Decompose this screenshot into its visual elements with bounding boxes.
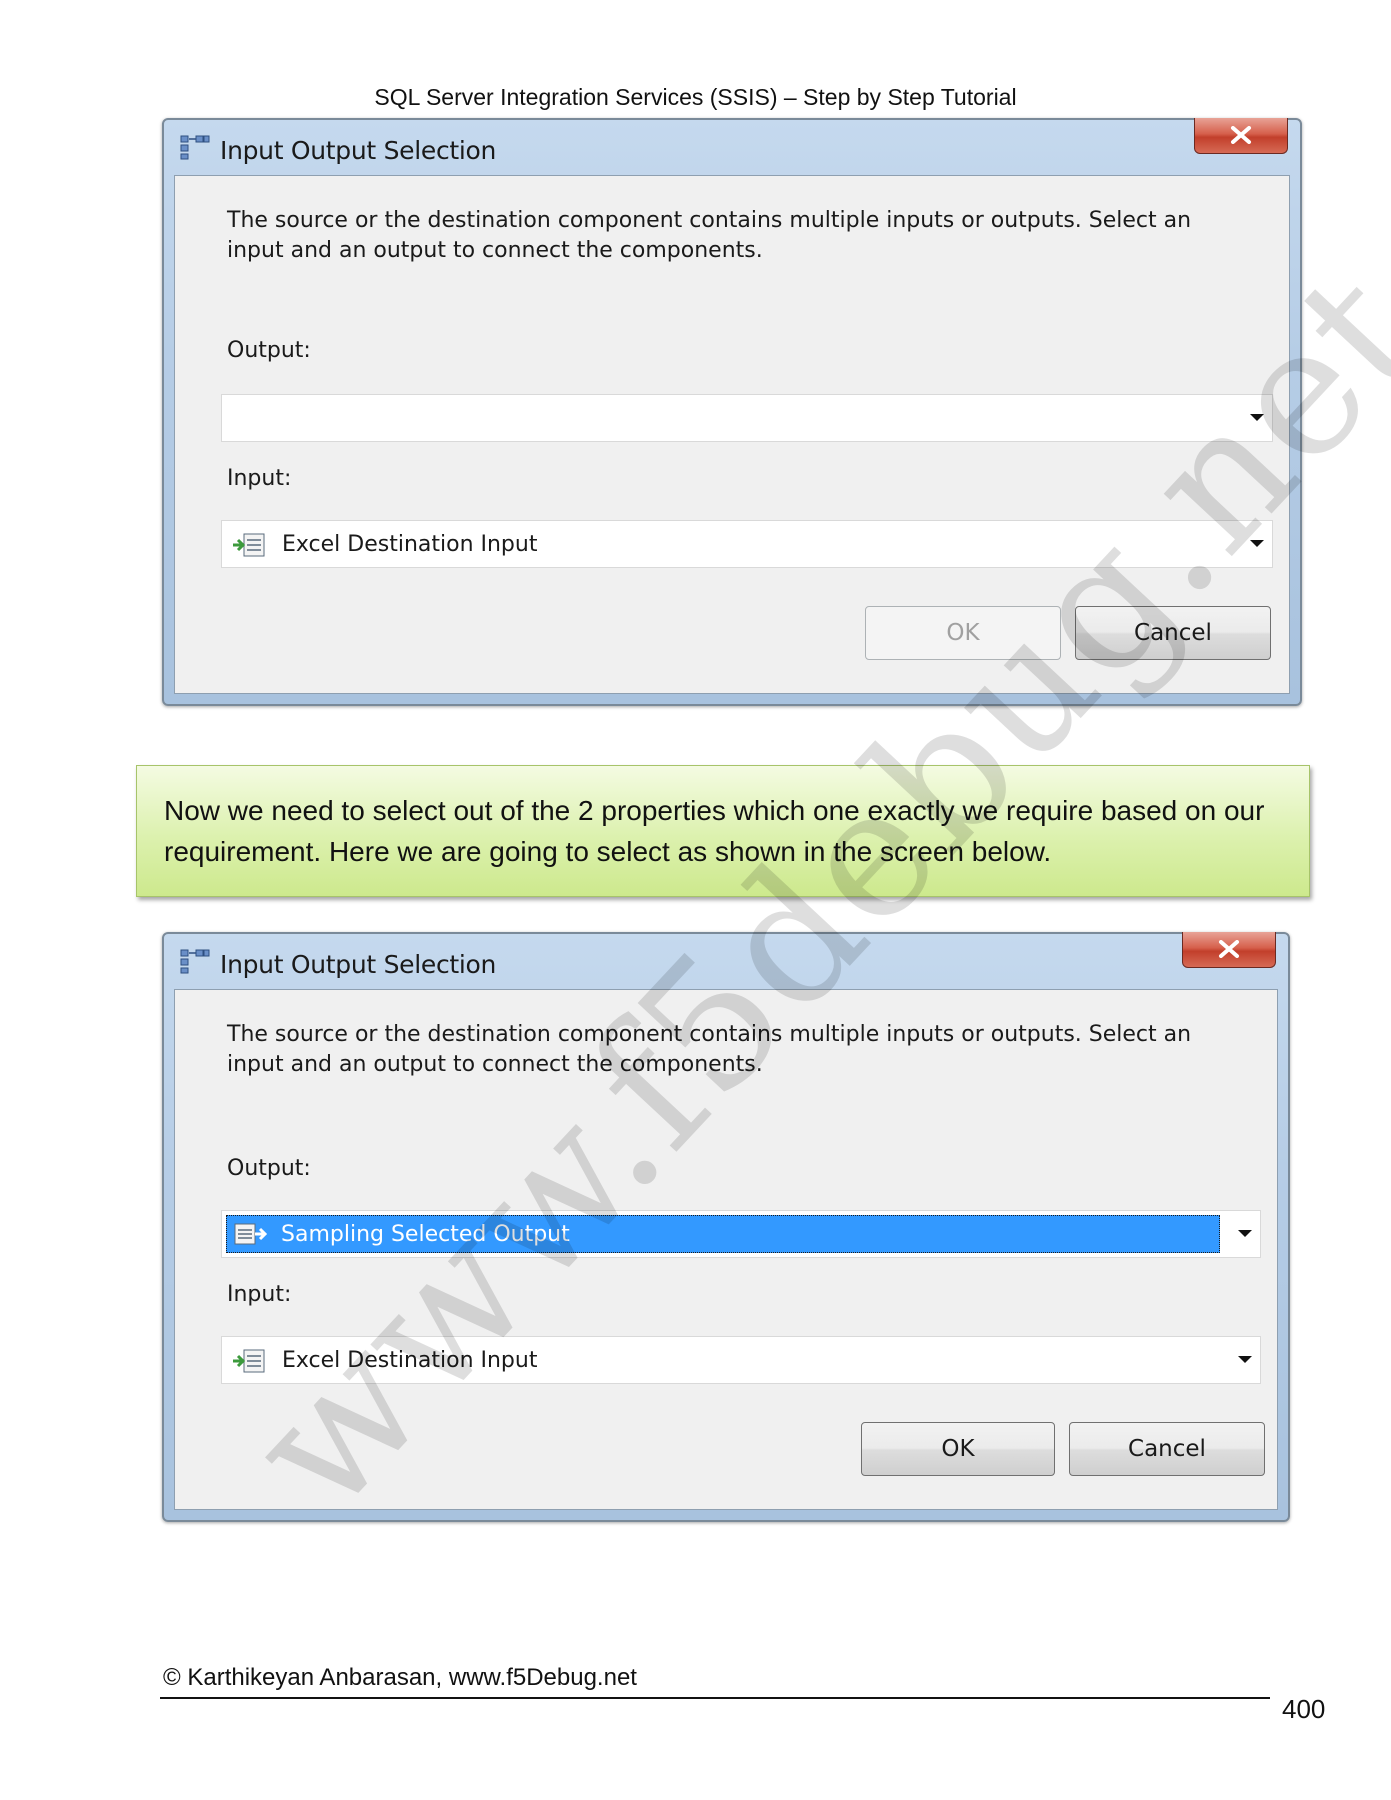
dialog-body: The source or the destination component … — [174, 175, 1290, 694]
dialog-title: Input Output Selection — [220, 950, 497, 979]
dropdown-arrow-icon[interactable] — [1250, 414, 1264, 421]
page-header: SQL Server Integration Services (SSIS) –… — [374, 84, 1017, 110]
note-text: Now we need to select out of the 2 prope… — [164, 795, 1265, 867]
input-combobox[interactable]: Excel Destination Input — [221, 1336, 1261, 1384]
output-label: Output: — [227, 338, 311, 363]
dialog-description: The source or the destination component … — [227, 208, 1192, 263]
instruction-note: Now we need to select out of the 2 prope… — [136, 765, 1310, 897]
output-combobox[interactable]: Sampling Selected Output — [221, 1210, 1261, 1258]
input-label: Input: — [227, 466, 292, 491]
output-value: Sampling Selected Output — [281, 1222, 570, 1247]
input-combobox[interactable]: Excel Destination Input — [221, 520, 1273, 568]
dialog-app-icon — [180, 134, 210, 160]
footer-copyright: © Karthikeyan Anbarasan, www.f5Debug.net — [163, 1664, 637, 1691]
dropdown-arrow-icon[interactable] — [1238, 1230, 1252, 1237]
dialog-title: Input Output Selection — [220, 136, 497, 165]
close-button[interactable] — [1182, 932, 1276, 968]
cancel-button[interactable]: Cancel — [1075, 606, 1271, 660]
output-combobox[interactable] — [221, 394, 1273, 442]
dialog-app-icon — [180, 948, 210, 974]
dropdown-arrow-icon[interactable] — [1250, 540, 1264, 547]
input-label: Input: — [227, 1282, 292, 1307]
dialog-description: The source or the destination component … — [227, 1022, 1192, 1077]
input-component-icon — [232, 1348, 266, 1379]
ok-button[interactable]: OK — [865, 606, 1061, 660]
page-number: 400 — [1282, 1694, 1326, 1724]
output-component-icon — [233, 1222, 268, 1251]
cancel-button[interactable]: Cancel — [1069, 1422, 1265, 1476]
footer-divider — [160, 1697, 1270, 1699]
title-bar[interactable]: Input Output Selection — [164, 932, 1288, 989]
close-button[interactable] — [1194, 118, 1288, 154]
dropdown-arrow-icon[interactable] — [1238, 1356, 1252, 1363]
close-icon — [1231, 126, 1251, 144]
input-output-selection-dialog-2: Input Output Selection The source or the… — [162, 932, 1290, 1522]
title-bar[interactable]: Input Output Selection — [164, 118, 1300, 175]
dialog-body: The source or the destination component … — [174, 989, 1278, 1510]
input-value: Excel Destination Input — [282, 532, 538, 557]
input-component-icon — [232, 532, 266, 563]
input-output-selection-dialog-1: Input Output Selection The source or the… — [162, 118, 1302, 706]
output-label: Output: — [227, 1156, 311, 1181]
ok-button[interactable]: OK — [861, 1422, 1055, 1476]
close-icon — [1219, 940, 1239, 958]
output-selected-item[interactable]: Sampling Selected Output — [226, 1215, 1220, 1253]
input-value: Excel Destination Input — [282, 1348, 538, 1373]
